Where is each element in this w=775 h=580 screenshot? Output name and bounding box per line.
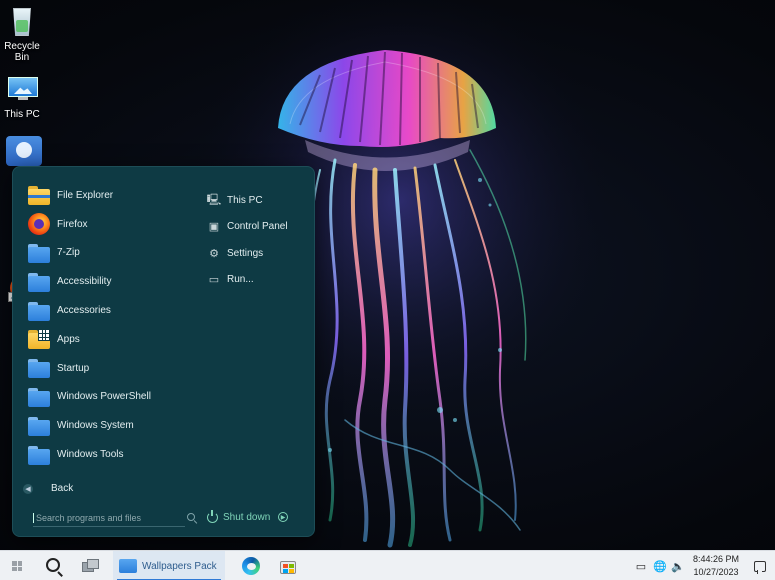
shutdown-label: Shut down [223,511,271,523]
menu-item-file-explorer[interactable]: File Explorer [27,181,197,210]
speaker-icon: 🔈 [671,560,685,573]
menu-item-accessibility[interactable]: Accessibility [27,267,197,296]
search-icon [187,513,195,521]
battery-status[interactable]: ▭ [632,551,650,580]
notifications-button[interactable] [750,551,770,580]
folder-icon [27,242,51,264]
store-taskbar-button[interactable] [275,551,301,580]
control-panel-icon: ▣ [208,221,220,234]
power-icon [207,509,218,523]
back-label: Back [51,483,74,494]
notification-icon [754,560,766,574]
program-list: File Explorer Firefox 7-Zip Accessibilit… [27,181,197,469]
taskbar: Wallpapers Pack ▭ 🌐 🔈 8:44:26 PM 10/27/2… [0,550,775,580]
edge-taskbar-button[interactable] [238,551,264,580]
menu-item-windows-powershell[interactable]: Windows PowerShell [27,383,197,412]
menu-item-label: Accessibility [57,276,112,288]
edge-icon [242,557,260,575]
task-view-icon [82,559,100,573]
network-status[interactable]: 🌐 [651,551,669,580]
menu-item-label: 7-Zip [57,247,80,259]
menu-item-firefox[interactable]: Firefox [27,210,197,239]
shutdown-options-icon[interactable]: ▶ [278,512,288,522]
start-menu: File Explorer Firefox 7-Zip Accessibilit… [12,166,315,537]
folder-icon [27,300,51,322]
link-this-pc[interactable]: 🖳 This PC [207,187,307,214]
menu-item-label: Windows System [57,420,134,432]
menu-item-label: Windows Tools [57,449,124,461]
menu-item-windows-tools[interactable]: Windows Tools [27,440,197,469]
control-panel-icon [6,136,42,168]
menu-item-windows-system[interactable]: Windows System [27,411,197,440]
menu-item-label: Startup [57,362,90,374]
taskbar-app-label: Wallpapers Pack [142,560,217,572]
menu-item-label: File Explorer [57,189,114,201]
link-label: Settings [227,247,264,259]
folder-icon [27,271,51,293]
menu-item-label: Apps [57,333,80,345]
clock-time: 8:44:26 PM [692,554,740,564]
folder-icon [27,444,51,466]
link-settings[interactable]: ⚙ Settings [207,240,307,267]
search-box [33,509,195,527]
file-explorer-icon [27,184,51,206]
desktop-icon-recycle-bin[interactable]: Recycle Bin [2,6,42,63]
desktop-icon-this-pc[interactable]: This PC [2,74,42,120]
back-button[interactable]: ◀ Back [23,483,73,494]
monitor-icon [6,74,38,106]
desktop-icon-label: This PC [4,109,40,120]
shutdown-button[interactable]: Shut down [207,509,271,524]
menu-item-startup[interactable]: Startup [27,354,197,383]
folder-icon [27,386,51,408]
apps-folder-icon [27,328,51,350]
link-control-panel[interactable]: ▣ Control Panel [207,214,307,241]
firefox-icon [27,213,51,236]
folder-icon [27,357,51,379]
volume-control[interactable]: 🔈 [669,551,687,580]
chevron-left-icon: ◀ [23,483,33,494]
desktop: Recycle Bin This PC C ↗ F File Explorer [0,0,775,550]
recycle-bin-icon [6,6,38,38]
menu-item-label: Firefox [57,218,88,230]
windows-logo-icon [12,561,22,571]
globe-icon: 🌐 [653,560,667,573]
store-icon [280,558,296,574]
run-icon: ▭ [208,274,220,287]
search-icon [45,557,60,572]
search-taskbar-button[interactable] [40,551,68,580]
link-run[interactable]: ▭ Run... [207,267,307,294]
menu-item-label: Windows PowerShell [57,391,151,403]
menu-item-label: Accessories [57,305,111,317]
link-label: Control Panel [227,221,288,233]
search-input[interactable] [33,512,163,523]
desktop-icon-label: Recycle Bin [4,41,40,63]
folder-icon [27,415,51,437]
menu-item-accessories[interactable]: Accessories [27,296,197,325]
taskbar-app-wallpapers-pack[interactable]: Wallpapers Pack [113,551,225,580]
start-button[interactable] [6,551,28,580]
clock[interactable]: 8:44:26 PM 10/27/2023 [686,553,746,579]
link-label: This PC [227,194,263,206]
task-view-button[interactable] [78,551,104,580]
menu-item-7zip[interactable]: 7-Zip [27,239,197,268]
computer-icon: 🖳 [206,193,222,206]
folder-icon [119,559,137,573]
menu-item-apps[interactable]: Apps [27,325,197,354]
gear-icon: ⚙ [209,247,219,260]
link-label: Run... [227,274,254,286]
clock-date: 10/27/2023 [693,567,739,577]
battery-icon: ▭ [635,560,647,573]
system-links: 🖳 This PC ▣ Control Panel ⚙ Settings ▭ R… [207,187,307,293]
